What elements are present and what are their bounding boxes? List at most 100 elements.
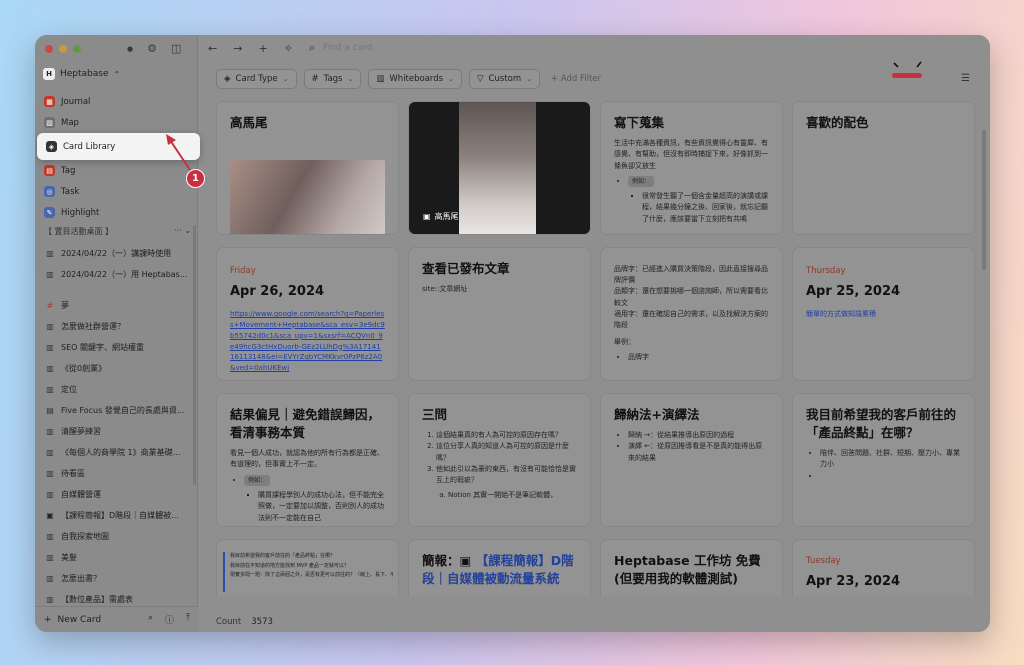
card-text: 看見一個人成功，就認為他的所有行為都是正確、有道理的，但事實上不一定。 — [230, 449, 384, 469]
add-icon[interactable]: + — [258, 42, 267, 55]
list-item[interactable]: ▥ 《每個人的商學院 1》商業基礎... — [35, 442, 195, 463]
minimize-window-button[interactable] — [59, 45, 67, 53]
whiteboard-icon: ▥ — [376, 74, 385, 84]
main-area: ← → + ✧ ⌕ ◈ Card Type ⌄ # Tags ⌄ ▥ — [198, 35, 990, 632]
whiteboard-icon: ▥ — [46, 532, 54, 541]
card[interactable]: 高馬尾 — [216, 101, 399, 235]
count-label: Count — [216, 617, 242, 627]
whiteboard-icon: ▥ — [46, 364, 54, 373]
list-item[interactable]: ▥ 清醒夢練習 — [35, 421, 195, 442]
list-item[interactable]: ▥ 《從0創業》 — [35, 358, 195, 379]
list-item[interactable]: ▤ Five Focus 發覺自己的長處與資... — [35, 400, 195, 421]
sidebar-section-header[interactable]: 【 置目活動桌面 】 ··· ⌄ — [44, 226, 191, 237]
pdf-icon: ▣ — [459, 553, 472, 568]
card[interactable]: 寫下蒐集 生活中充滿各種資訊，有些資訊覺得心有靈犀、有感覺、有幫助，但沒有即時捕… — [600, 101, 783, 235]
weekday: Friday — [230, 266, 256, 276]
sort-icon[interactable]: ☰ — [961, 73, 970, 84]
card-preview: 我目前希望我的客戶前往的「產品終點」在哪？ 我目前在不知道的地方能找到 MVP … — [223, 552, 393, 592]
card[interactable]: ▣ 高馬尾 — [408, 101, 591, 235]
card[interactable]: 查看已發布文章 site::文章網址 — [408, 247, 591, 381]
journal-date: Apr 26, 2024 — [230, 284, 325, 299]
list-item: 他如此引以為豪的東西，有沒有可能恰恰是實互上的瑕疵？ — [436, 464, 577, 486]
whiteboard-icon: ▥ — [46, 249, 54, 258]
sidebar-item-task[interactable]: ◎ Task — [35, 181, 198, 202]
new-card-button[interactable]: New Card — [58, 615, 102, 625]
card-title: 寫下蒐集 — [614, 115, 665, 130]
card-title: 歸納法+演繹法 — [614, 407, 700, 422]
filter-label: Custom — [488, 74, 522, 84]
help-icon[interactable]: ⓘ — [165, 613, 174, 626]
card-text: 我目前希望我的客戶前往的「產品終點」在哪？ — [230, 553, 336, 559]
sidebar-toggle-icon[interactable]: ◫ — [171, 42, 181, 55]
card[interactable]: 我目前希望我的客戶前往的「產品終點」在哪？ 我目前在不知道的地方能找到 MVP … — [216, 539, 399, 596]
list-item[interactable]: ▥ 2024/04/22（一）講課時使用 — [35, 243, 195, 264]
filter-label: Whiteboards — [389, 74, 444, 84]
card-count: Count 3573 — [216, 612, 976, 632]
list-item[interactable]: ▥ 定位 — [35, 379, 195, 400]
sidebar-scrollbar[interactable] — [193, 225, 196, 485]
add-filter-label: Add Filter — [560, 74, 602, 84]
heptabase-logo-icon: H — [43, 68, 55, 80]
search-icon[interactable]: ⌕ — [148, 613, 153, 626]
list-item[interactable]: ▥ 2024/04/22（一）用 Heptabas... — [35, 264, 195, 285]
list-item-label: 定位 — [61, 385, 77, 394]
card[interactable]: 結果偏見｜避免錯誤歸因，看清事務本質 看見一個人成功，就認為他的所有行為都是正確… — [216, 393, 399, 527]
card-title: 喜歡的配色 — [806, 115, 869, 130]
list-item: 陪伴、回答問題、社群、短期、壓力小、專業力小 — [820, 448, 961, 470]
list-item[interactable]: ▥ 自媒體營運 — [35, 484, 195, 505]
sidebar-item-journal[interactable]: ▦ Journal — [35, 91, 198, 112]
list-item[interactable]: ▥ 待看區 — [35, 463, 195, 484]
search-input[interactable] — [323, 43, 444, 53]
app-window: ● ⚙ ◫ H Heptabase ⌃ ▦ Journal ▧ Map ◈ Ca… — [35, 35, 990, 632]
card[interactable]: 三問 這個結果真的有人為可控的原因存在嗎？ 這位分享人真的知道人為可控的原因是什… — [408, 393, 591, 527]
sidebar-item-highlight[interactable]: ✎ Highlight — [35, 202, 198, 223]
weekday: Tuesday — [806, 556, 841, 566]
sidebar-item-label: Journal — [61, 96, 91, 107]
card[interactable]: 喜歡的配色 — [792, 101, 975, 235]
list-item — [820, 471, 961, 482]
card[interactable]: 歸納法+演繹法 歸納 →：從結果推導出原因的過程 演繹 ←：從原因推導看是不是真… — [600, 393, 783, 527]
card[interactable]: 簡報：▣ 【課程簡報】D階段｜自媒體被動流量系統 — [408, 539, 591, 596]
list-item[interactable]: ▥ 自我探索地圖 — [35, 526, 195, 547]
zoom-window-button[interactable] — [73, 45, 81, 53]
forward-arrow-icon[interactable]: → — [233, 42, 242, 55]
main-scrollbar[interactable] — [982, 130, 986, 270]
list-item[interactable]: ▥ 美髮 — [35, 547, 195, 568]
close-window-button[interactable] — [45, 45, 53, 53]
card-type-filter[interactable]: ◈ Card Type ⌄ — [216, 69, 297, 89]
whiteboard-icon: ▥ — [46, 270, 54, 279]
chevron-up-down-icon: ⌃ — [113, 69, 121, 79]
workspace-switcher[interactable]: H Heptabase ⌃ — [43, 68, 120, 80]
gear-icon[interactable]: ⚙ — [147, 42, 157, 55]
search-icon[interactable]: ⌕ — [309, 41, 315, 55]
list-item[interactable]: ▥ 怎麼做社群營運？ — [35, 316, 195, 337]
upload-icon[interactable]: ⤒ — [186, 613, 190, 626]
card[interactable]: Thursday Apr 25, 2024 簡單的方式做知識累積 — [792, 247, 975, 381]
avatar[interactable] — [888, 59, 928, 81]
sidebar-item-label: Highlight — [61, 207, 100, 218]
sidebar-item-label: Task — [61, 186, 80, 197]
card-text: 舉例： — [614, 338, 635, 347]
card[interactable]: Tuesday Apr 23, 2024 — [792, 539, 975, 596]
card[interactable]: 品牌字：已經進入購買決策階段，因此直接搜尋品牌評價 品類字：還在想要挑哪一個諮詢… — [600, 247, 783, 381]
card[interactable]: Heptabase 工作坊 免費(但要用我的軟體測試) — [600, 539, 783, 596]
list-item: 歸納 →：從結果推導出原因的過程 — [628, 430, 769, 441]
card-link[interactable]: 簡單的方式做知識累積 — [806, 309, 961, 320]
whiteboards-filter[interactable]: ▥ Whiteboards ⌄ — [368, 69, 462, 89]
list-item[interactable]: ▥ SEO 關鍵字、網站權重 — [35, 337, 195, 358]
card[interactable]: 我目前希望我的客戶前往的「產品終點」在哪？ 陪伴、回答問題、社群、短期、壓力小、… — [792, 393, 975, 527]
broom-icon[interactable]: ✧ — [284, 42, 293, 55]
card-link[interactable]: https://www.google.com/search?q=Paperles… — [230, 309, 385, 375]
list-item[interactable]: ▥ 怎麼出書？ — [35, 568, 195, 589]
list-item[interactable]: ▣ 【課程簡報】D階段｜自媒體被... — [35, 505, 195, 526]
back-arrow-icon[interactable]: ← — [208, 42, 217, 55]
list-item[interactable]: # 夢 — [35, 295, 195, 316]
card-text: 品類字：還在想要挑哪一個諮詢師，所以需要看比較文 — [614, 287, 768, 307]
example-chip: 例如： — [628, 175, 655, 188]
custom-filter[interactable]: ▽ Custom ⌄ — [468, 69, 540, 89]
section-more-button[interactable]: ··· ⌄ — [174, 226, 191, 237]
tags-filter[interactable]: # Tags ⌄ — [303, 69, 362, 89]
card[interactable]: Friday Apr 26, 2024 https://www.google.c… — [216, 247, 399, 381]
add-filter-button[interactable]: + Add Filter — [547, 74, 601, 84]
card-title: 我目前希望我的客戶前往的「產品終點」在哪？ — [806, 407, 957, 441]
